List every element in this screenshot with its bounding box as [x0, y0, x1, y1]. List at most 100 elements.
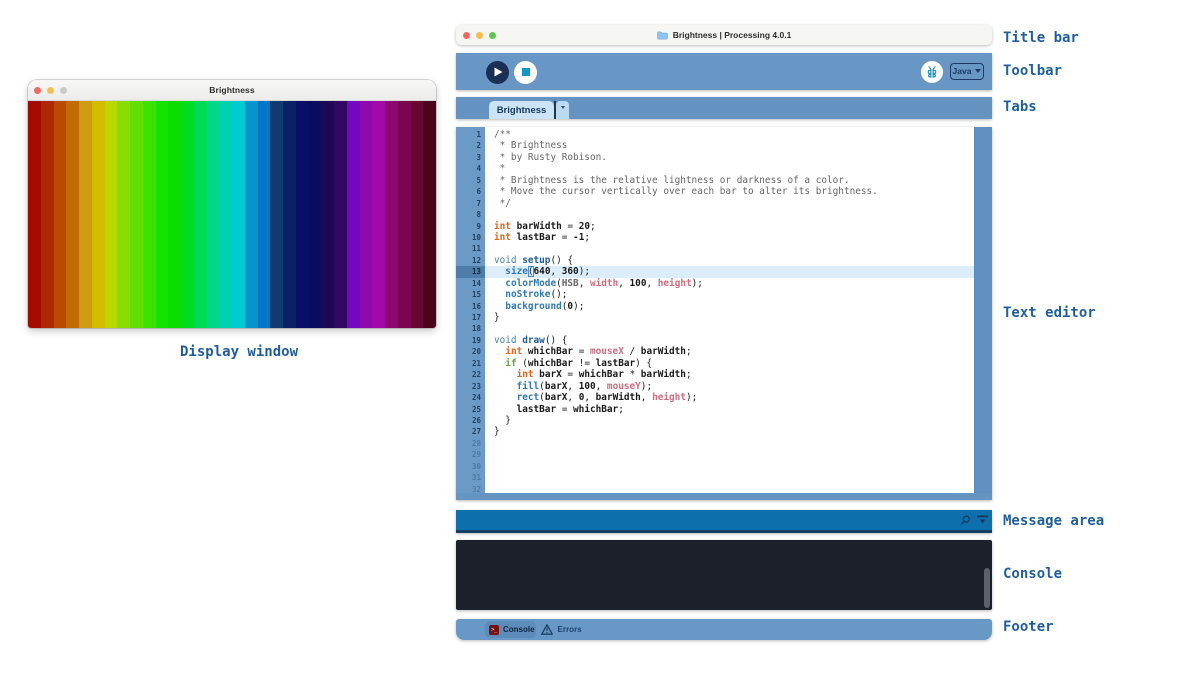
- minimize-button[interactable]: [47, 87, 54, 94]
- sketch-bar: [245, 101, 258, 328]
- zoom-button[interactable]: [489, 32, 496, 39]
- code-line[interactable]: 10int lastBar = -1;: [456, 232, 974, 243]
- code-line-text: [485, 323, 974, 334]
- close-button[interactable]: [34, 87, 41, 94]
- code-line[interactable]: 1/**: [456, 129, 974, 140]
- sketch-bar: [92, 101, 105, 328]
- code-line[interactable]: 28: [456, 438, 974, 449]
- console-collapse-icon[interactable]: [977, 515, 988, 525]
- line-number: 22: [456, 369, 485, 380]
- close-button[interactable]: [463, 32, 470, 39]
- search-icon[interactable]: [960, 515, 971, 526]
- code-line[interactable]: 4 *: [456, 163, 974, 174]
- ide-footer: >_ Console Errors: [456, 619, 992, 640]
- code-line-text: * by Rusty Robison.: [485, 152, 974, 163]
- code-line[interactable]: 23 fill(barX, 100, mouseY);: [456, 381, 974, 392]
- console-panel[interactable]: [456, 540, 992, 610]
- stop-button[interactable]: [514, 61, 537, 84]
- code-area[interactable]: 1/**2 * Brightness3 * by Rusty Robison.4…: [456, 129, 974, 495]
- code-line[interactable]: 13 size(640, 360);: [456, 266, 974, 277]
- code-line[interactable]: 6 * Move the cursor vertically over each…: [456, 186, 974, 197]
- line-number: 8: [456, 209, 485, 220]
- line-number: 1: [456, 129, 485, 140]
- editor-scrollbar[interactable]: [974, 127, 992, 493]
- code-line[interactable]: 19void draw() {: [456, 335, 974, 346]
- line-number: 20: [456, 346, 485, 357]
- line-number: 5: [456, 175, 485, 186]
- text-editor[interactable]: 1/**2 * Brightness3 * by Rusty Robison.4…: [456, 127, 992, 500]
- code-line-text: * Move the cursor vertically over each b…: [485, 186, 974, 197]
- line-number: 6: [456, 186, 485, 197]
- code-line[interactable]: 11: [456, 243, 974, 254]
- line-number: 29: [456, 449, 485, 460]
- tab-menu-button[interactable]: [556, 101, 569, 119]
- code-line[interactable]: 24 rect(barX, 0, barWidth, height);: [456, 392, 974, 403]
- minimize-button[interactable]: [476, 32, 483, 39]
- code-line[interactable]: 29: [456, 449, 974, 460]
- sketch-bar: [156, 101, 169, 328]
- code-line-text: [485, 461, 974, 472]
- code-line-text: *: [485, 163, 974, 174]
- code-line[interactable]: 15 noStroke();: [456, 289, 974, 300]
- code-line-text: [485, 438, 974, 449]
- code-line-text: * Brightness is the relative lightness o…: [485, 175, 974, 186]
- sketch-bar: [411, 101, 424, 328]
- line-number: 21: [456, 358, 485, 369]
- mode-selector[interactable]: Java: [950, 63, 984, 80]
- code-line[interactable]: 25 lastBar = whichBar;: [456, 404, 974, 415]
- code-line[interactable]: 3 * by Rusty Robison.: [456, 152, 974, 163]
- code-line[interactable]: 26 }: [456, 415, 974, 426]
- run-button[interactable]: [486, 61, 509, 84]
- line-number: 19: [456, 335, 485, 346]
- code-line-text: /**: [485, 129, 974, 140]
- code-line-text: [485, 209, 974, 220]
- code-line[interactable]: 7 */: [456, 198, 974, 209]
- code-line-text: void setup() {: [485, 255, 974, 266]
- line-number: 31: [456, 472, 485, 483]
- code-line[interactable]: 31: [456, 472, 974, 483]
- sketch-bar: [117, 101, 130, 328]
- sketch-bar: [258, 101, 271, 328]
- line-number: 3: [456, 152, 485, 163]
- sketch-bar: [181, 101, 194, 328]
- code-line-text: [485, 243, 974, 254]
- code-line[interactable]: 20 int whichBar = mouseX / barWidth;: [456, 346, 974, 357]
- code-line[interactable]: 9int barWidth = 20;: [456, 221, 974, 232]
- debug-butterfly-icon: [925, 65, 939, 79]
- code-line[interactable]: 17}: [456, 312, 974, 323]
- code-line-text: }: [485, 426, 974, 437]
- line-number: 10: [456, 232, 485, 243]
- code-line[interactable]: 27}: [456, 426, 974, 437]
- code-line[interactable]: 30: [456, 461, 974, 472]
- sketch-bar: [66, 101, 79, 328]
- debug-button[interactable]: [921, 61, 943, 83]
- sketch-canvas[interactable]: [28, 101, 436, 328]
- display-window-titlebar[interactable]: Brightness: [28, 80, 436, 101]
- code-line-text: rect(barX, 0, barWidth, height);: [485, 392, 974, 403]
- code-line[interactable]: 18: [456, 323, 974, 334]
- code-line[interactable]: 2 * Brightness: [456, 140, 974, 151]
- footer-tab-console[interactable]: >_ Console: [485, 621, 536, 638]
- code-line-text: }: [485, 415, 974, 426]
- sketch-bar: [347, 101, 360, 328]
- code-line[interactable]: 8: [456, 209, 974, 220]
- ide-titlebar[interactable]: Brightness | Processing 4.0.1: [456, 25, 992, 45]
- footer-tab-errors[interactable]: Errors: [541, 621, 582, 638]
- tab-brightness[interactable]: Brightness: [489, 101, 554, 119]
- console-scrollbar-thumb[interactable]: [984, 568, 990, 608]
- console-terminal-icon: >_: [489, 625, 499, 635]
- code-line[interactable]: 16 background(0);: [456, 301, 974, 312]
- code-line[interactable]: 5 * Brightness is the relative lightness…: [456, 175, 974, 186]
- sketch-bar: [309, 101, 322, 328]
- code-line[interactable]: 12void setup() {: [456, 255, 974, 266]
- code-line-text: int whichBar = mouseX / barWidth;: [485, 346, 974, 357]
- code-line[interactable]: 21 if (whichBar != lastBar) {: [456, 358, 974, 369]
- line-number: 11: [456, 243, 485, 254]
- line-number: 25: [456, 404, 485, 415]
- line-number: 23: [456, 381, 485, 392]
- line-number: 13: [456, 266, 485, 277]
- line-number: 16: [456, 301, 485, 312]
- code-line[interactable]: 14 colorMode(HSB, width, 100, height);: [456, 278, 974, 289]
- sketch-bar: [105, 101, 118, 328]
- code-line[interactable]: 22 int barX = whichBar * barWidth;: [456, 369, 974, 380]
